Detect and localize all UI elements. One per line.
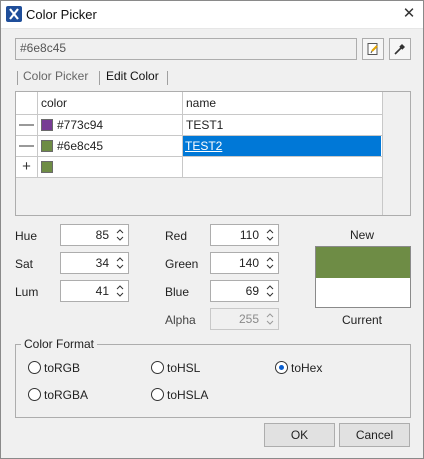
sat-label: Sat (15, 257, 34, 271)
eyedropper-button[interactable] (389, 38, 411, 60)
color-swatch (41, 161, 53, 173)
column-divider (382, 92, 383, 215)
row-color-value: #773c94 (57, 118, 104, 132)
spin-arrows-icon[interactable] (264, 227, 276, 243)
tab-separator (167, 71, 168, 85)
color-swatch (41, 119, 53, 131)
color-preview (315, 246, 411, 308)
window-title: Color Picker (26, 7, 97, 22)
hex-value-text: #6e8c45 (20, 41, 67, 55)
radio-circle (28, 388, 41, 401)
table-row[interactable]: — #6e8c45 TEST2 (16, 136, 382, 157)
hue-value: 85 (95, 228, 109, 242)
cancel-button[interactable]: Cancel (339, 423, 410, 447)
column-divider (182, 92, 183, 178)
tab-color-picker[interactable]: Color Picker (23, 69, 88, 83)
new-color-label: New (350, 228, 375, 242)
current-color-swatch (316, 278, 410, 307)
remove-row-button[interactable]: — (16, 115, 37, 135)
spin-arrows-icon[interactable] (114, 255, 126, 271)
sat-value: 34 (95, 256, 109, 270)
lum-spinbox[interactable]: 41 (60, 280, 129, 302)
radio-label: toHSLA (167, 388, 209, 402)
green-label: Green (165, 257, 199, 271)
green-value: 140 (238, 256, 259, 270)
title-bar: Color Picker ✕ (1, 1, 423, 29)
spin-arrows-icon[interactable] (114, 283, 126, 299)
alpha-spinbox: 255 (210, 308, 279, 330)
hex-value-field[interactable]: #6e8c45 (15, 38, 357, 60)
spin-arrows-icon[interactable] (264, 255, 276, 271)
alpha-value: 255 (238, 312, 259, 326)
column-divider (37, 92, 38, 178)
color-format-title: Color Format (21, 337, 98, 351)
blue-value: 69 (245, 284, 259, 298)
ok-button[interactable]: OK (264, 423, 335, 447)
radio-label: toHex (291, 361, 323, 375)
paste-color-button[interactable] (362, 38, 384, 60)
radio-selected-dot (279, 365, 284, 370)
tab-separator (99, 71, 100, 85)
row-name-value: TEST2 (185, 139, 223, 153)
spin-arrows-icon[interactable] (114, 227, 126, 243)
radio-circle (151, 361, 164, 374)
tab-separator (17, 71, 18, 85)
add-row[interactable]: + (16, 157, 382, 178)
sat-spinbox[interactable]: 34 (60, 252, 129, 274)
radio-label: toHSL (167, 361, 201, 375)
radio-circle (275, 361, 288, 374)
add-row-button[interactable]: + (16, 157, 37, 177)
blue-spinbox[interactable]: 69 (210, 280, 279, 302)
color-table: color name — #773c94 TEST1 — #6e8c45 TES… (15, 91, 411, 216)
column-header-name[interactable]: name (182, 92, 382, 115)
radio-label: toRGBA (44, 388, 89, 402)
current-color-label: Current (342, 313, 383, 327)
lum-label: Lum (15, 285, 39, 299)
color-picker-dialog: Color Picker ✕ #6e8c45 Color Picker Edit… (0, 0, 424, 459)
alpha-label: Alpha (165, 313, 196, 327)
close-button[interactable]: ✕ (399, 5, 419, 25)
close-icon: ✕ (402, 5, 416, 22)
red-value: 110 (239, 228, 259, 242)
red-spinbox[interactable]: 110 (210, 224, 279, 246)
blue-label: Blue (165, 285, 190, 299)
app-logo-icon (6, 6, 22, 22)
row-color-value: #6e8c45 (57, 139, 104, 153)
table-row[interactable]: — #773c94 TEST1 (16, 115, 382, 136)
remove-row-button[interactable]: — (16, 136, 37, 156)
row-name-editor[interactable]: TEST2 (183, 136, 381, 156)
tab-edit-color[interactable]: Edit Color (106, 69, 159, 83)
radio-label: toRGB (44, 361, 81, 375)
column-header-color[interactable]: color (37, 92, 182, 115)
red-label: Red (165, 229, 188, 243)
hue-label: Hue (15, 229, 38, 243)
color-format-group (15, 344, 411, 418)
radio-circle (151, 388, 164, 401)
green-spinbox[interactable]: 140 (210, 252, 279, 274)
table-header: color name (16, 92, 382, 115)
new-color-swatch (316, 247, 410, 278)
radio-circle (28, 361, 41, 374)
color-swatch (41, 140, 53, 152)
spin-arrows-icon[interactable] (264, 283, 276, 299)
hue-spinbox[interactable]: 85 (60, 224, 129, 246)
row-name-value[interactable]: TEST1 (186, 118, 223, 132)
lum-value: 41 (95, 284, 109, 298)
spin-arrows-icon (266, 313, 274, 325)
